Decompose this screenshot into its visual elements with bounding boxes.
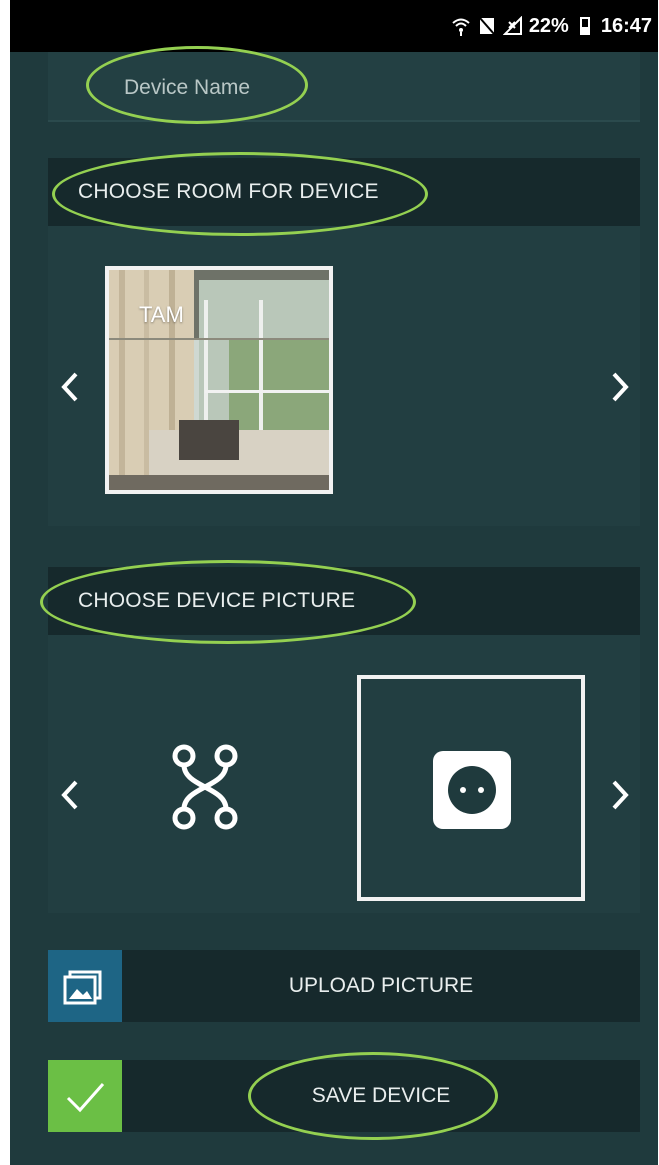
- device-picture-header: CHOOSE DEVICE PICTURE: [48, 567, 640, 635]
- chevron-left-icon[interactable]: [58, 778, 82, 812]
- clock: 16:47: [600, 14, 652, 37]
- battery-percent: 22%: [528, 14, 569, 37]
- power-socket-icon: [433, 751, 511, 829]
- room-chooser-panel: CHOOSE ROOM FOR DEVICE TAM: [48, 158, 640, 526]
- signal-icon: [502, 15, 523, 36]
- save-device-label: SAVE DEVICE: [311, 1084, 451, 1107]
- room-label: TAM: [139, 302, 184, 327]
- device-picture-title: CHOOSE DEVICE PICTURE: [78, 589, 356, 612]
- device-picture-panel: CHOOSE DEVICE PICTURE: [48, 567, 640, 913]
- device-picture-option-selected[interactable]: [357, 675, 585, 901]
- device-name-placeholder[interactable]: Device Name: [124, 76, 250, 100]
- save-device-button[interactable]: SAVE DEVICE: [48, 1060, 640, 1132]
- room-chooser-title: CHOOSE ROOM FOR DEVICE: [78, 180, 379, 203]
- room-tile-tam[interactable]: TAM: [105, 266, 333, 494]
- checkmark-icon: [48, 1060, 122, 1132]
- no-sim-icon: [477, 16, 497, 36]
- image-gallery-icon: [48, 950, 122, 1022]
- upload-picture-label: UPLOAD PICTURE: [288, 974, 474, 997]
- room-chooser-header: CHOOSE ROOM FOR DEVICE: [48, 158, 640, 226]
- chevron-left-icon[interactable]: [58, 370, 82, 404]
- wifi-icon: [451, 16, 471, 36]
- add-device-screen: 22% 16:47 Device Name CHOOSE ROOM FOR DE…: [10, 0, 658, 1165]
- upload-picture-button[interactable]: UPLOAD PICTURE: [48, 950, 640, 1022]
- network-node-icon[interactable]: [168, 742, 244, 832]
- status-bar: 22% 16:47: [10, 0, 658, 52]
- battery-icon: [575, 16, 595, 36]
- chevron-right-icon[interactable]: [608, 370, 632, 404]
- chevron-right-icon[interactable]: [608, 778, 632, 812]
